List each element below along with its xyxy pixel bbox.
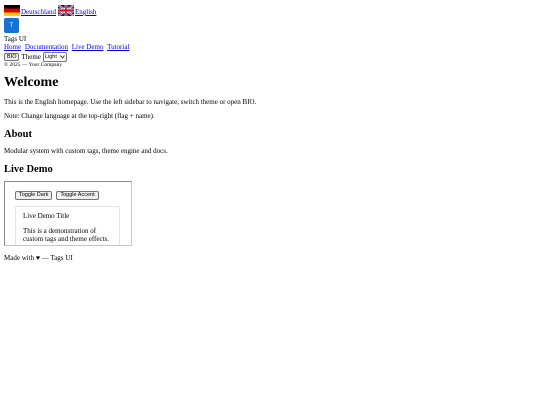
intro-text: This is the English homepage. Use the le… bbox=[4, 98, 257, 106]
nav-link-live-demo[interactable]: Live Demo bbox=[72, 43, 104, 51]
nav-link-tutorial[interactable]: Tutorial bbox=[107, 43, 129, 51]
main-nav: Home Documentation Live Demo Tutorial bbox=[4, 43, 536, 51]
germany-flag-icon bbox=[4, 5, 20, 16]
nav-link-documentation[interactable]: Documentation bbox=[25, 43, 68, 51]
demo-card-title: Live Demo Title bbox=[23, 212, 70, 220]
footer-text: Made with ♥ — Tags UI bbox=[4, 254, 73, 262]
logo-badge[interactable]: T bbox=[4, 18, 19, 33]
demo-card: Live Demo Title This is a demonstration … bbox=[15, 206, 120, 245]
lang-link-en[interactable]: English bbox=[58, 5, 96, 16]
lang-label-en: English bbox=[75, 8, 97, 16]
brand-name: Tags UI bbox=[4, 35, 27, 43]
theme-label: Theme bbox=[21, 52, 41, 61]
bio-button[interactable]: BIO bbox=[4, 52, 20, 61]
about-heading: About bbox=[4, 129, 33, 140]
demo-button-group: Toggle Dark Toggle Accent bbox=[15, 191, 99, 200]
theme-select-value: Light bbox=[44, 53, 57, 60]
lang-link-de[interactable]: Deutschland bbox=[4, 5, 56, 16]
toggle-dark-button[interactable]: Toggle Dark bbox=[15, 191, 53, 200]
logo-letter: T bbox=[9, 22, 14, 29]
page: Deutschland English T Tags UI Home Docum… bbox=[0, 0, 540, 266]
about-text: Modular system with custom tags, theme e… bbox=[4, 147, 168, 155]
uk-flag-icon bbox=[58, 5, 74, 16]
chevron-down-icon bbox=[59, 54, 65, 59]
toggle-accent-button[interactable]: Toggle Accent bbox=[56, 191, 99, 200]
theme-select[interactable]: Light bbox=[42, 51, 67, 62]
lang-label-de: Deutschland bbox=[21, 8, 56, 16]
live-demo-heading: Live Demo bbox=[4, 164, 53, 175]
nav-link-home[interactable]: Home bbox=[4, 43, 21, 51]
note-text: Note: Change language at the top-right (… bbox=[4, 112, 155, 120]
page-title: Welcome bbox=[4, 75, 59, 90]
live-demo-frame[interactable]: Toggle Dark Toggle Accent Live Demo Titl… bbox=[4, 181, 132, 246]
language-bar: Deutschland English bbox=[4, 3, 536, 16]
copyright: © 2025 — Your Company bbox=[4, 62, 63, 68]
header-controls: BIO Theme Light bbox=[4, 51, 536, 62]
demo-card-text: This is a demonstration of custom tags a… bbox=[23, 227, 109, 243]
